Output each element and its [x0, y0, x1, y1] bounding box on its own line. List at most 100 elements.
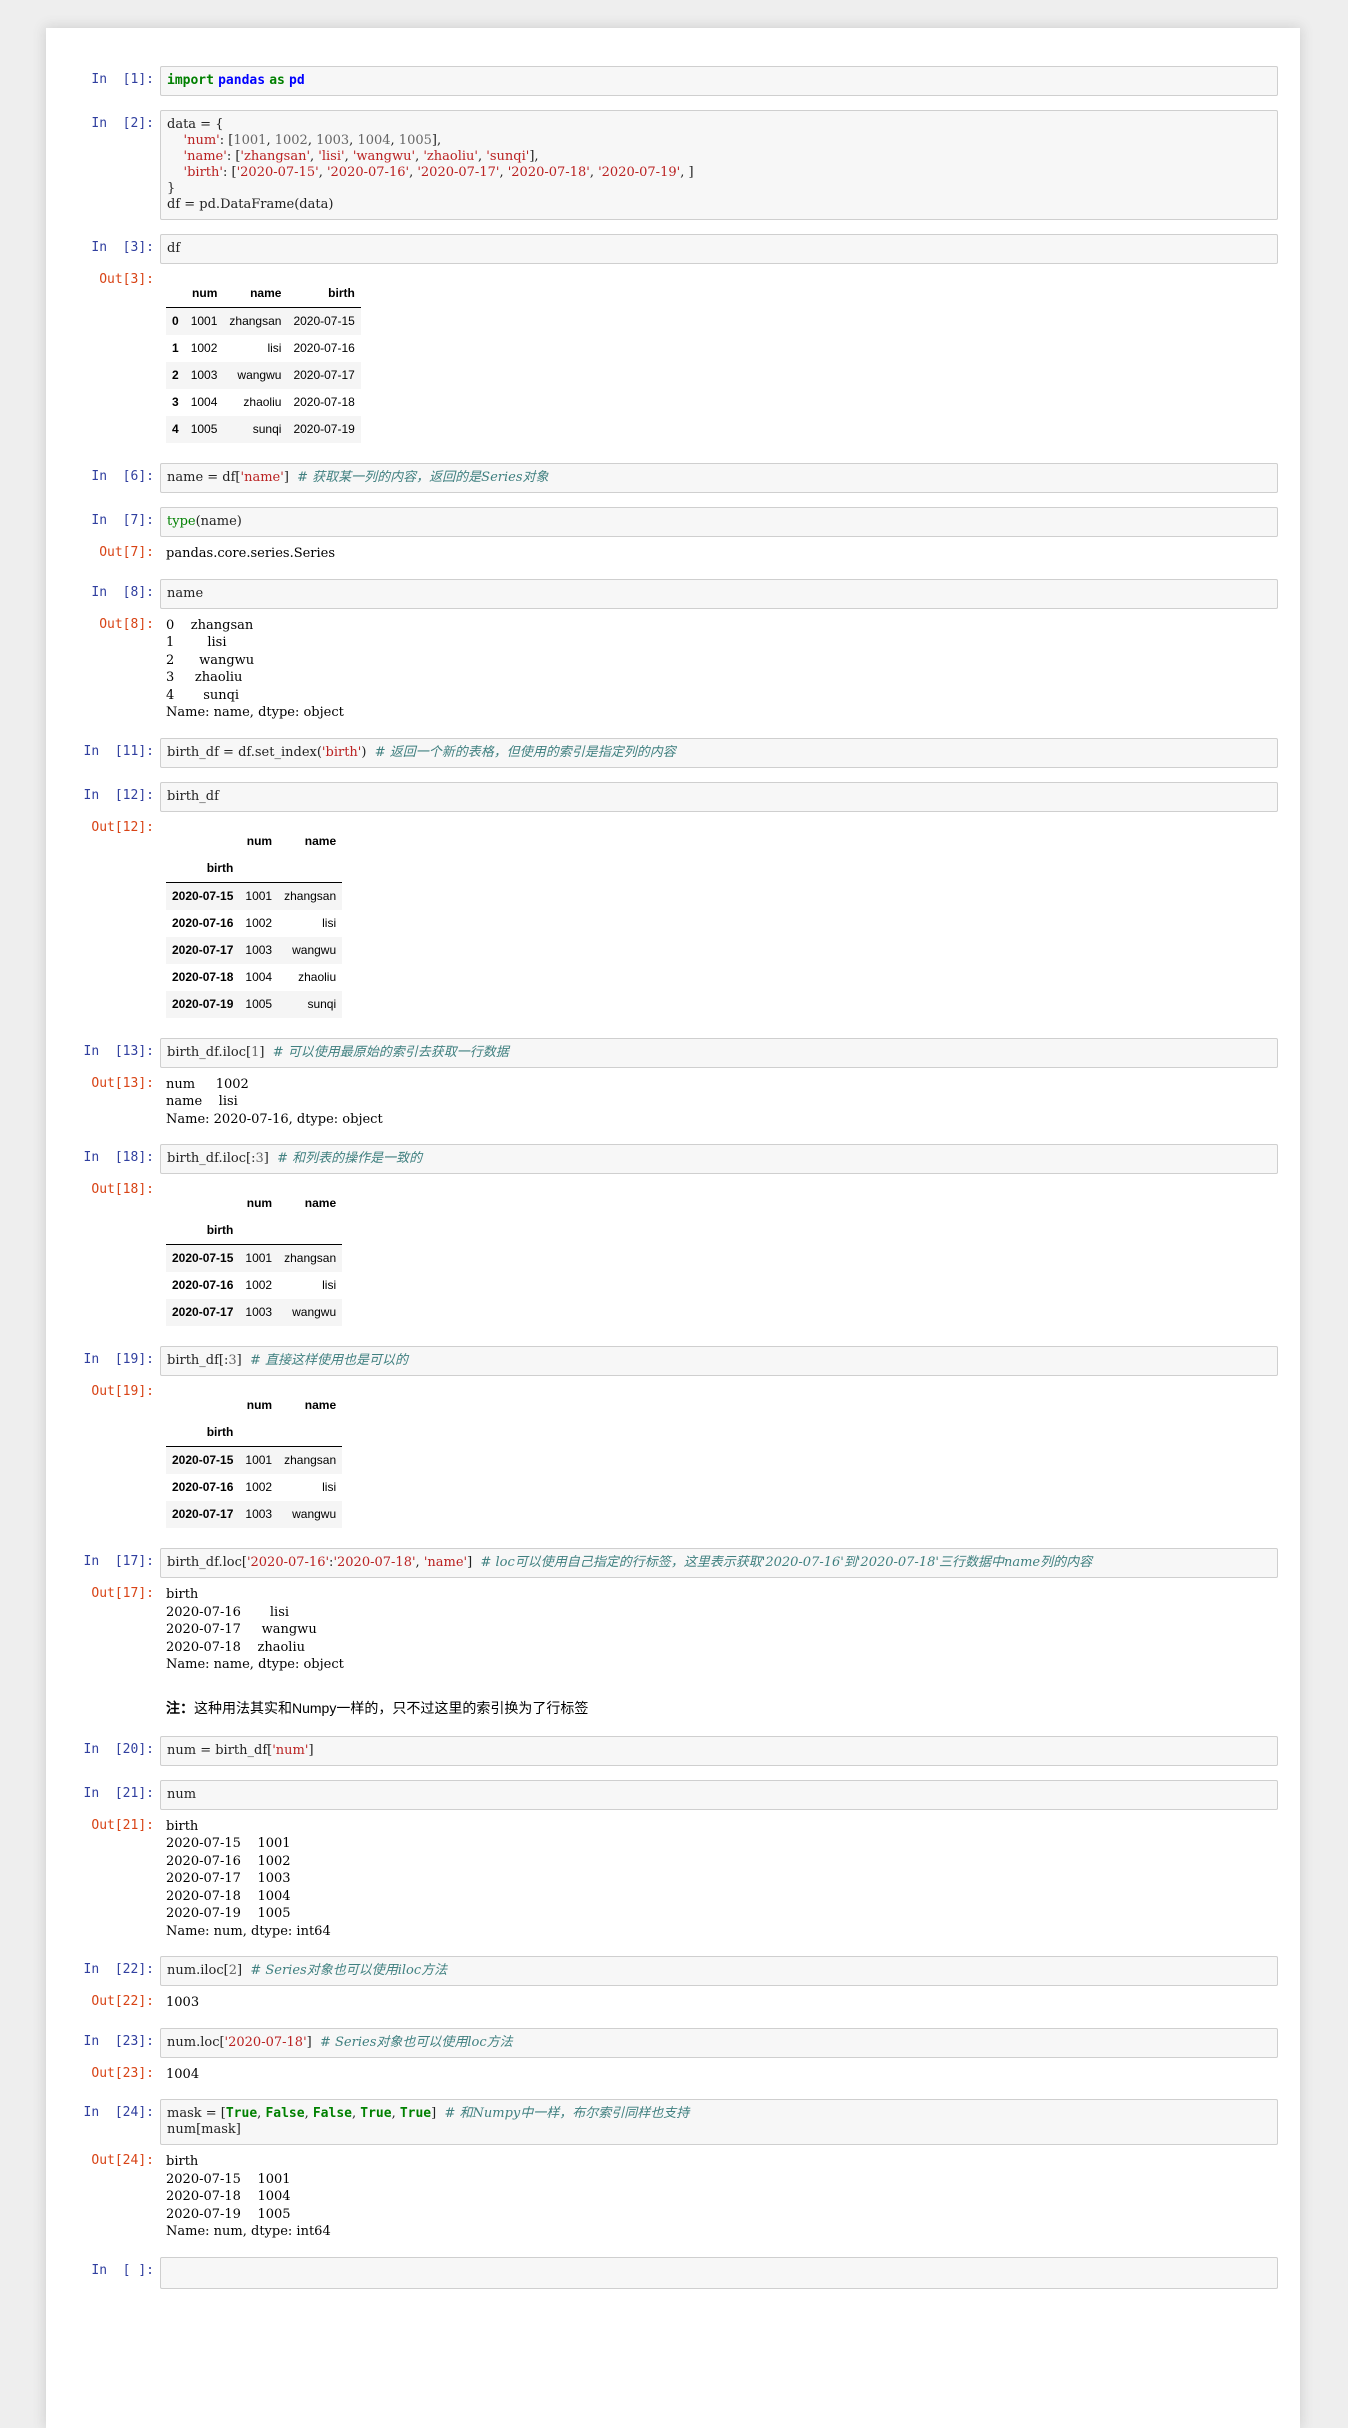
- table-cell: zhangsan: [284, 1453, 337, 1467]
- code-editor[interactable]: num.iloc[2] # Series对象也可以使用iloc方法: [160, 1956, 1278, 1986]
- code-cell: In [12]: birth_df: [76, 781, 1278, 812]
- code-token: 'birth': [183, 165, 223, 180]
- row-index: 2020-07-19: [172, 996, 234, 1011]
- output-prompt: Out[19]:: [91, 1384, 154, 1399]
- code-editor[interactable]: data = { 'num': [1001, 1002, 1003, 1004,…: [160, 110, 1278, 220]
- code-cell: In [1]: import pandas as pd: [76, 66, 1278, 96]
- output-prompt: Out[18]:: [91, 1182, 154, 1197]
- row-index: 2020-07-18: [172, 969, 234, 984]
- header-blank: [166, 828, 239, 855]
- code-token: ]: [236, 1963, 251, 1978]
- code-token: ,: [589, 165, 599, 180]
- output-prompt: Out[12]:: [91, 819, 154, 835]
- input-prompt: In [2]:: [91, 116, 154, 131]
- code-editor[interactable]: num.loc['2020-07-18'] # Series对象也可以使用loc…: [160, 2027, 1278, 2058]
- code-cell: In [23]: num.loc['2020-07-18'] # Series对象…: [76, 2027, 1278, 2058]
- code-token: num.iloc[: [167, 1963, 229, 1978]
- code-editor[interactable]: df: [160, 234, 1278, 264]
- code-token: # 获取某一列的内容，返回的是Series对象: [297, 470, 549, 485]
- code-token: # 直接这样使用也是可以的: [250, 1353, 409, 1368]
- code-token: 'birth': [321, 744, 362, 760]
- code-token: 'name': [183, 149, 227, 164]
- code-token: # 可以使用最原始的索引去获取一行数据: [272, 1044, 509, 1060]
- row-index: 2020-07-17: [172, 1305, 234, 1319]
- dataframe-output: num name birth 0 1001 zhangsan 2020-07-15 1 1002…: [160, 270, 1278, 449]
- code-editor[interactable]: birth_df[:3] # 直接这样使用也是可以的: [160, 1346, 1278, 1376]
- row-index: 2020-07-17: [172, 942, 234, 957]
- output-cell: Out[13]: num 1002 name lisi Name: 2020-07…: [76, 1074, 1278, 1131]
- table-row: 2020-07-15 1001 zhangsan: [166, 1446, 343, 1474]
- code-editor[interactable]: birth_df.iloc[:3] # 和列表的操作是一致的: [160, 1144, 1278, 1174]
- code-editor[interactable]: num = birth_df['num']: [160, 1735, 1278, 1766]
- code-token: as: [269, 73, 285, 88]
- code-cell: In [18]: birth_df.iloc[:3] # 和列表的操作是一致的: [76, 1144, 1278, 1174]
- input-prompt: In [12]:: [83, 787, 154, 803]
- header-blank: [239, 855, 278, 883]
- table-row: 2020-07-15 1001 zhangsan: [166, 882, 343, 910]
- table-cell: wangwu: [237, 368, 282, 382]
- row-index: 2020-07-17: [172, 1507, 234, 1521]
- code-token: ,: [390, 133, 399, 148]
- code-token: ,: [499, 165, 508, 180]
- code-token: import: [167, 73, 214, 88]
- code-editor[interactable]: [160, 2256, 1278, 2289]
- output-prompt: Out[3]:: [99, 272, 154, 287]
- code-cell: In [13]: birth_df.iloc[1] # 可以使用最原始的索引去获取…: [76, 1037, 1278, 1068]
- code-cell: In [7]: type(name): [76, 507, 1278, 537]
- code-token: False: [265, 2106, 305, 2121]
- table-cell: zhangsan: [229, 314, 282, 328]
- table-cell: zhaoliu: [243, 395, 282, 409]
- code-token: name: [167, 585, 204, 601]
- input-prompt: In [18]:: [83, 1150, 154, 1165]
- output-cell: Out[17]: birth 2020-07-16 lisi 2020-07-17…: [76, 1584, 1278, 1676]
- code-editor[interactable]: birth_df: [160, 781, 1278, 812]
- code-token: ): [361, 744, 375, 760]
- table-row: 4 1005 sunqi 2020-07-19: [166, 416, 361, 443]
- table-cell: 1003: [245, 1507, 273, 1521]
- code-editor[interactable]: birth_df.loc['2020-07-16':'2020-07-18', …: [160, 1548, 1278, 1578]
- code-editor[interactable]: name = df['name'] # 获取某一列的内容，返回的是Series对…: [160, 463, 1278, 493]
- table-row: 2020-07-19 1005 sunqi: [166, 990, 343, 1018]
- code-editor[interactable]: num: [160, 1779, 1278, 1810]
- code-token: ]: [306, 2034, 320, 2050]
- code-token: birth_df.iloc[: [167, 1044, 252, 1060]
- code-cell: In [8]: name: [76, 578, 1278, 609]
- code-cell: In [3]: df: [76, 234, 1278, 264]
- code-editor[interactable]: birth_df = df.set_index('birth') # 返回一个新…: [160, 737, 1278, 768]
- code-token: 3: [228, 1353, 237, 1368]
- index-name-row: birth: [166, 1419, 342, 1447]
- output-cell: Out[23]: 1004: [76, 2064, 1278, 2086]
- code-token: birth_df[:: [167, 1353, 229, 1368]
- header-blank: [278, 855, 342, 883]
- code-token: ,: [391, 2106, 400, 2121]
- code-editor[interactable]: import pandas as pd: [160, 66, 1278, 96]
- table-cell: zhaoliu: [298, 969, 337, 984]
- code-token: birth_df.loc[: [167, 1555, 247, 1570]
- code-editor[interactable]: name: [160, 578, 1278, 609]
- code-editor[interactable]: mask = [True, False, False, True, True] …: [160, 2099, 1278, 2145]
- row-index: 2020-07-16: [172, 1480, 234, 1494]
- row-index: 2020-07-15: [172, 1251, 234, 1265]
- code-cell: In [22]: num.iloc[2] # Series对象也可以使用iloc方…: [76, 1956, 1278, 1986]
- code-token: 'wangwu': [352, 149, 416, 164]
- table-cell: 1005: [245, 996, 273, 1011]
- output-cell: Out[8]: 0 zhangsan 1 lisi 2 wangwu 3 zhao…: [76, 615, 1278, 724]
- code-token: '2020-07-17': [417, 165, 500, 180]
- table-cell: 1004: [245, 969, 273, 984]
- output-text: birth 2020-07-16 lisi 2020-07-17 wangwu …: [166, 1587, 344, 1672]
- code-editor[interactable]: type(name): [160, 507, 1278, 537]
- code-token: '2020-07-18': [224, 2034, 307, 2050]
- code-token: # loc可以使用自己指定的行标签，这里表示获取'2020-07-16'到'20…: [480, 1555, 1093, 1570]
- index-name-row: birth: [166, 1217, 342, 1245]
- table-cell: 1003: [245, 942, 273, 957]
- code-token: ,: [318, 165, 327, 180]
- code-token: 1004: [357, 133, 391, 148]
- markdown-prompt-spacer: [76, 1694, 160, 1722]
- code-token: birth_df: [167, 788, 219, 804]
- code-token: 'num': [272, 1742, 309, 1758]
- input-prompt: In [17]:: [83, 1554, 154, 1569]
- row-index: 4: [172, 422, 179, 436]
- code-editor[interactable]: birth_df.iloc[1] # 可以使用最原始的索引去获取一行数据: [160, 1037, 1278, 1068]
- column-header: num: [246, 1196, 273, 1210]
- table-cell: lisi: [322, 915, 337, 930]
